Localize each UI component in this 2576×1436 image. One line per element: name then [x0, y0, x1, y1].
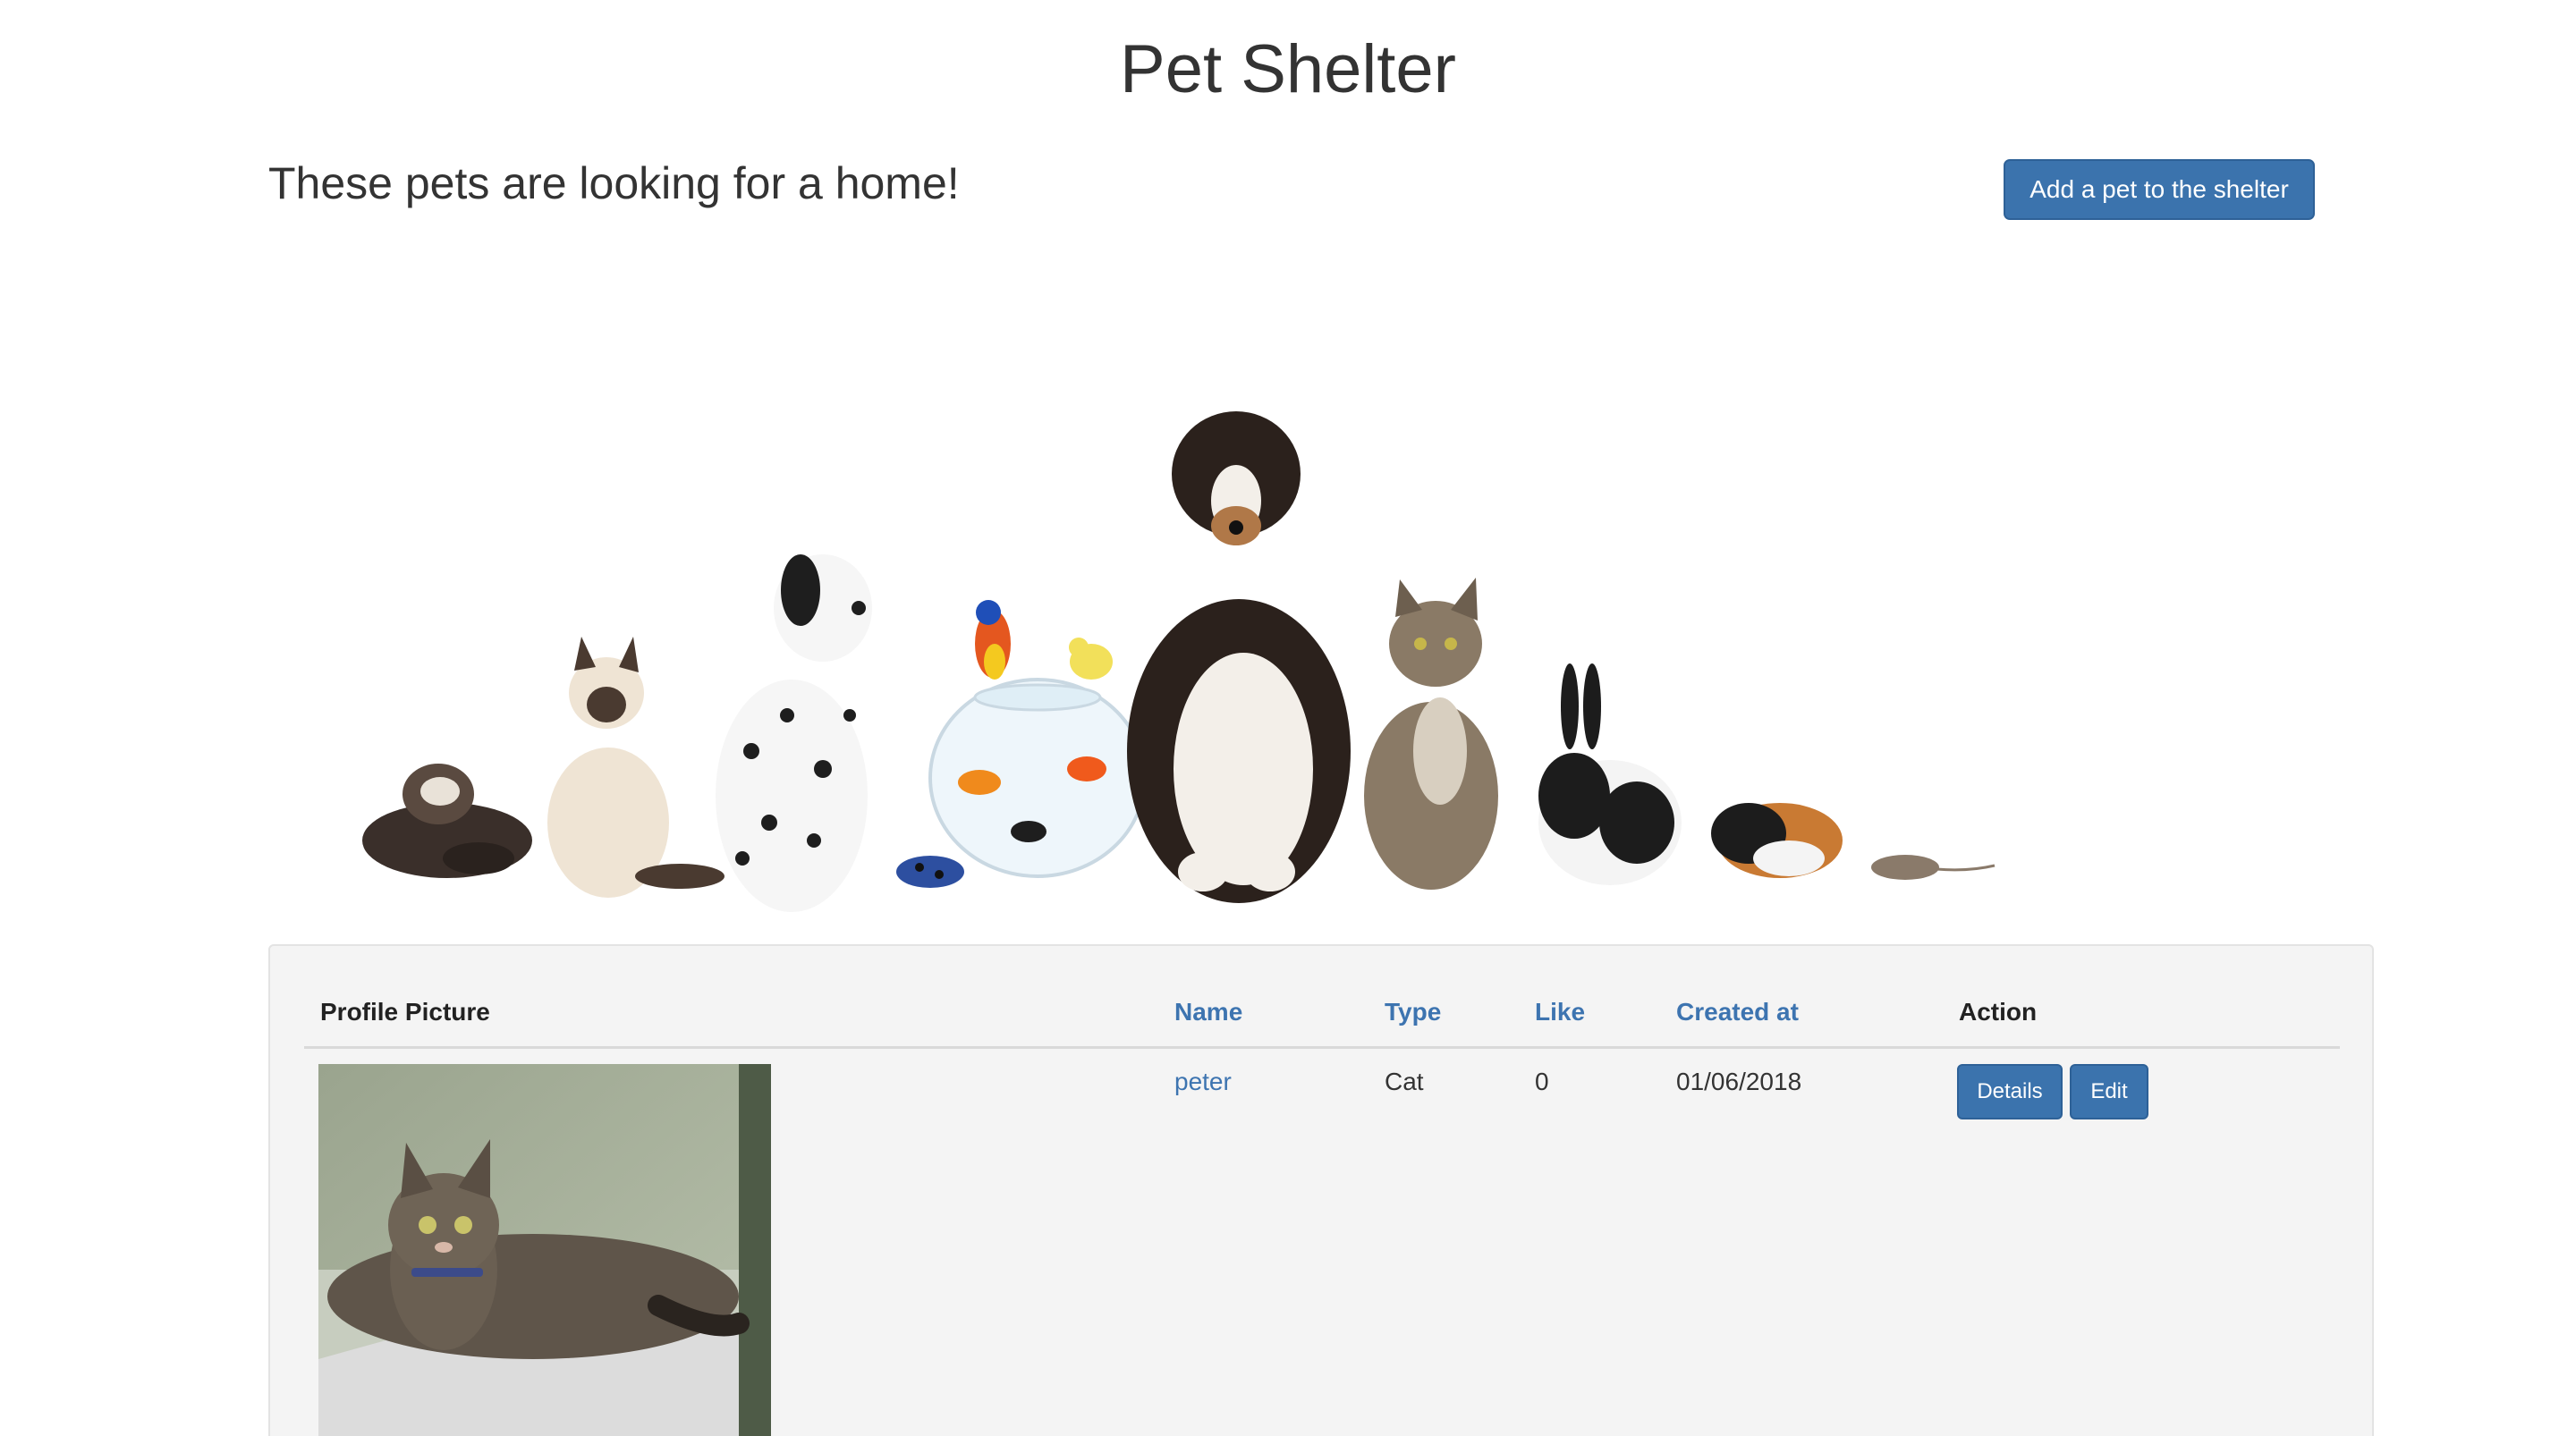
- pet-created-at: 01/06/2018: [1676, 1068, 1802, 1095]
- details-button[interactable]: Details: [1957, 1064, 2063, 1119]
- add-pet-button[interactable]: Add a pet to the shelter: [2004, 159, 2315, 220]
- ferret-figure: [362, 764, 532, 878]
- mouse-figure: [1871, 855, 1996, 880]
- rabbit-figure: [1538, 663, 1682, 885]
- column-header-profile-picture: Profile Picture: [320, 998, 490, 1026]
- page-subtitle: These pets are looking for a home!: [268, 158, 960, 208]
- edit-button[interactable]: Edit: [2070, 1064, 2148, 1119]
- column-header-name[interactable]: Name: [1174, 998, 1242, 1026]
- page-title: Pet Shelter: [1120, 31, 1456, 107]
- profile-picture: [318, 1064, 771, 1436]
- table-header-divider: [304, 1046, 2340, 1049]
- frog-figure: [896, 856, 964, 888]
- pet-like-count: 0: [1535, 1068, 1549, 1095]
- pet-type: Cat: [1385, 1068, 1424, 1095]
- pet-name-link[interactable]: peter: [1174, 1068, 1232, 1096]
- guinea-pig-figure: [1711, 803, 1843, 878]
- tabby-cat-figure: [1364, 578, 1498, 890]
- column-header-created-at[interactable]: Created at: [1676, 998, 1799, 1026]
- pets-banner-image: [362, 411, 1996, 912]
- siamese-cat-figure: [547, 637, 724, 898]
- column-header-like[interactable]: Like: [1535, 998, 1585, 1026]
- collie-figure: [1127, 411, 1351, 903]
- column-header-action: Action: [1959, 998, 2038, 1026]
- dalmatian-figure: [716, 554, 872, 912]
- page: Pet Shelter These pets are looking for a…: [0, 0, 2576, 1436]
- column-header-type[interactable]: Type: [1385, 998, 1441, 1026]
- fishbowl-figure: [928, 600, 1147, 878]
